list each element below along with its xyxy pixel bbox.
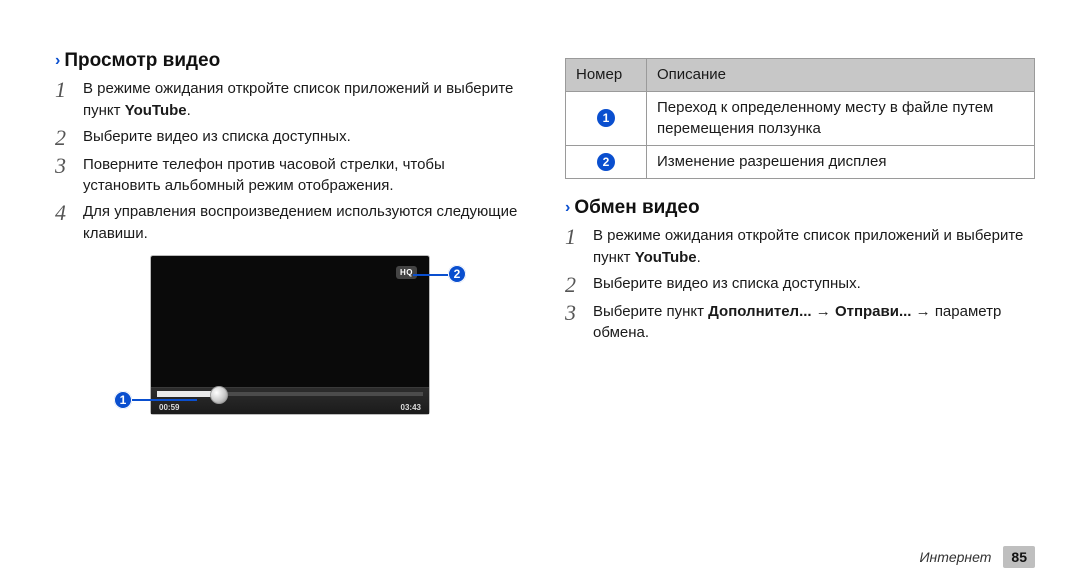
page-footer: Интернет 85 xyxy=(919,546,1035,568)
callout-table: Номер Описание 1 Переход к определенному… xyxy=(565,58,1035,179)
page: › Просмотр видео 1 В режиме ожидания отк… xyxy=(0,0,1080,586)
heading-text: Просмотр видео xyxy=(64,50,220,72)
step-item: 1 В режиме ожидания откройте список прил… xyxy=(565,225,1035,269)
number-badge-icon: 2 xyxy=(597,153,615,171)
chevron-right-icon: › xyxy=(565,199,570,217)
step-text: Выберите пункт Дополнител... → Отправи..… xyxy=(593,301,1035,345)
step-item: 4 Для управления воспроизведением исполь… xyxy=(55,201,525,245)
step-number: 1 xyxy=(565,225,593,249)
heading-text: Обмен видео xyxy=(574,197,699,219)
cell-num: 2 xyxy=(566,145,647,178)
step-text: Поверните телефон против часовой стрелки… xyxy=(83,154,525,198)
hq-badge[interactable]: HQ xyxy=(396,266,417,279)
col-header-desc: Описание xyxy=(647,59,1035,92)
step-item: 2 Выберите видео из списка доступных. xyxy=(55,126,525,150)
step-item: 3 Выберите пункт Дополнител... → Отправи… xyxy=(565,301,1035,345)
right-column: Номер Описание 1 Переход к определенному… xyxy=(545,40,1035,566)
footer-section: Интернет xyxy=(919,549,991,565)
callout-1: 1 xyxy=(114,391,132,409)
page-number: 85 xyxy=(1003,546,1035,568)
cell-desc: Изменение разрешения дисплея xyxy=(647,145,1035,178)
leader-line-1 xyxy=(132,399,197,401)
video-player: HQ 00:59 03:43 xyxy=(150,255,430,415)
step-text: В режиме ожидания откройте список прилож… xyxy=(83,78,525,122)
section-heading-view: › Просмотр видео xyxy=(55,50,525,72)
step-text: Выберите видео из списка доступных. xyxy=(83,126,525,148)
time-total: 03:43 xyxy=(401,403,421,412)
steps-share: 1 В режиме ожидания откройте список прил… xyxy=(565,225,1035,344)
step-number: 1 xyxy=(55,78,83,102)
seek-thumb[interactable] xyxy=(210,386,228,404)
step-text: В режиме ожидания откройте список прилож… xyxy=(593,225,1035,269)
step-item: 1 В режиме ожидания откройте список прил… xyxy=(55,78,525,122)
callout-2: 2 xyxy=(448,265,466,283)
screenshot-illustration: 1 2 HQ 00:59 03:43 xyxy=(110,255,470,415)
cell-desc: Переход к определенному месту в файле пу… xyxy=(647,92,1035,146)
cell-num: 1 xyxy=(566,92,647,146)
step-number: 4 xyxy=(55,201,83,225)
step-number: 3 xyxy=(55,154,83,178)
seek-progress xyxy=(157,391,218,397)
step-number: 2 xyxy=(55,126,83,150)
table-row: 2 Изменение разрешения дисплея xyxy=(566,145,1035,178)
step-text: Для управления воспроизведением использу… xyxy=(83,201,525,245)
leader-line-2 xyxy=(413,274,448,276)
step-item: 2 Выберите видео из списка доступных. xyxy=(565,273,1035,297)
seek-track[interactable] xyxy=(157,392,423,396)
section-heading-share: › Обмен видео xyxy=(565,197,1035,219)
step-number: 3 xyxy=(565,301,593,325)
number-badge-icon: 1 xyxy=(597,109,615,127)
left-column: › Просмотр видео 1 В режиме ожидания отк… xyxy=(55,40,545,566)
steps-view: 1 В режиме ожидания откройте список прил… xyxy=(55,78,525,245)
step-number: 2 xyxy=(565,273,593,297)
table-row: 1 Переход к определенному месту в файле … xyxy=(566,92,1035,146)
col-header-num: Номер xyxy=(566,59,647,92)
step-item: 3 Поверните телефон против часовой стрел… xyxy=(55,154,525,198)
table-header-row: Номер Описание xyxy=(566,59,1035,92)
step-text: Выберите видео из списка доступных. xyxy=(593,273,1035,295)
chevron-right-icon: › xyxy=(55,52,60,70)
time-current: 00:59 xyxy=(159,403,179,412)
